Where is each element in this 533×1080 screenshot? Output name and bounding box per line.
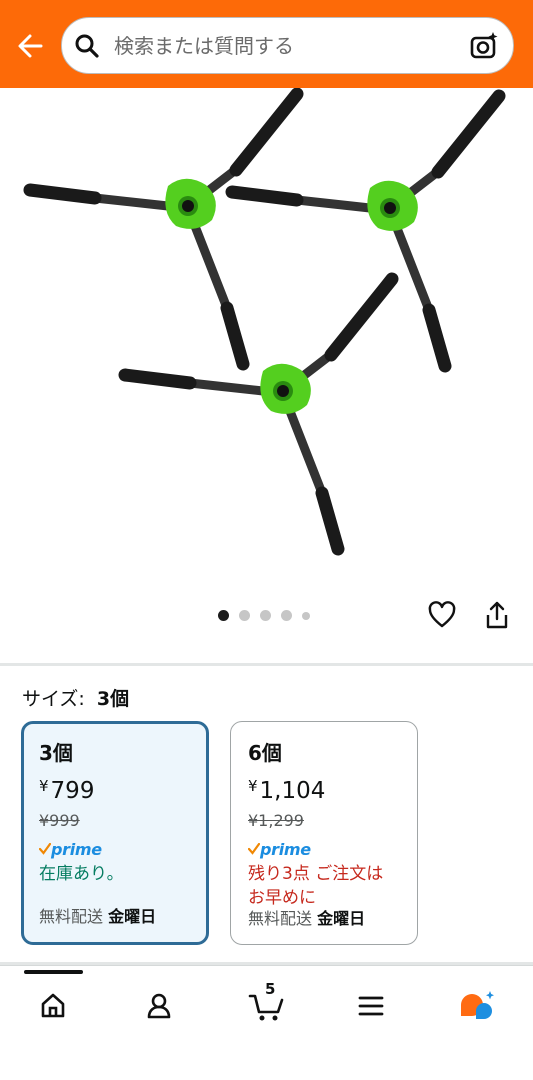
option-price: ¥1,104 <box>248 777 326 804</box>
product-image[interactable] <box>0 88 533 588</box>
option-old-price: ¥1,299 <box>248 811 304 830</box>
pagination-dot[interactable] <box>281 610 292 621</box>
option-quantity: 6個 <box>248 741 282 765</box>
option-price: ¥799 <box>39 777 95 804</box>
heart-icon[interactable] <box>427 600 457 630</box>
nav-home[interactable] <box>28 984 78 1028</box>
search-icon <box>75 34 99 58</box>
size-selector-label: サイズ: 3個 <box>22 684 129 711</box>
size-option-6[interactable]: 6個 ¥1,104 ¥1,299 prime 残り3点 ご注文は お早めに 無料… <box>230 721 418 945</box>
menu-icon <box>358 996 384 1016</box>
image-pagination <box>218 610 310 621</box>
size-label: サイズ: <box>22 688 85 710</box>
stock-status: 在庫あり。 <box>39 864 124 884</box>
prime-check-icon <box>39 843 51 855</box>
camera-sparkle-icon[interactable] <box>469 31 499 61</box>
cart-count-badge: 5 <box>265 980 276 998</box>
size-value: 3個 <box>96 688 130 710</box>
option-old-price: ¥999 <box>39 811 80 830</box>
side-brush-image <box>23 88 304 371</box>
shipping-info: 無料配送 金曜日 <box>39 907 157 926</box>
pagination-dot[interactable] <box>302 611 310 620</box>
prime-badge: prime <box>39 838 200 860</box>
stock-status: 残り3点 ご注文は お早めに <box>248 864 384 908</box>
top-header <box>0 0 533 88</box>
prime-badge: prime <box>248 838 411 860</box>
nav-account[interactable] <box>134 984 184 1028</box>
account-icon <box>147 993 171 1019</box>
nav-rufus[interactable] <box>452 984 502 1028</box>
active-tab-indicator <box>24 970 83 974</box>
back-arrow-icon <box>18 34 43 58</box>
pagination-dot[interactable] <box>239 610 250 621</box>
section-divider <box>0 663 533 666</box>
pagination-dot[interactable] <box>260 610 271 621</box>
shipping-info: 無料配送 金曜日 <box>248 909 366 928</box>
search-bar[interactable] <box>61 17 514 74</box>
search-input[interactable] <box>112 26 461 66</box>
pagination-dot[interactable] <box>218 610 229 621</box>
bottom-navigation: 5 <box>0 965 533 1080</box>
nav-menu[interactable] <box>346 984 396 1028</box>
share-icon[interactable] <box>484 600 510 630</box>
back-button[interactable] <box>10 26 50 66</box>
home-icon <box>41 993 65 1018</box>
size-option-3[interactable]: 3個 ¥799 ¥999 prime 在庫あり。 無料配送 金曜日 <box>21 721 209 945</box>
prime-check-icon <box>248 843 260 855</box>
option-quantity: 3個 <box>39 741 73 765</box>
rufus-assistant-icon <box>461 991 494 1019</box>
